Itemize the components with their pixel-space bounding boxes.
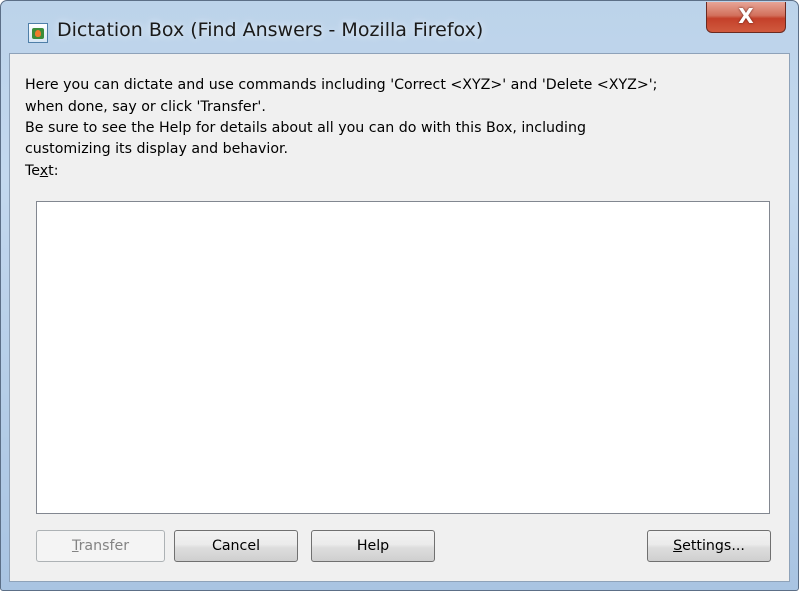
close-icon: X	[738, 4, 754, 28]
dictation-text-area[interactable]	[36, 201, 770, 514]
instruction-line-4: customizing its display and behavior.	[25, 141, 289, 157]
window-title: Dictation Box (Find Answers - Mozilla Fi…	[57, 19, 484, 41]
dragon-dictation-icon	[28, 23, 48, 43]
instruction-line-2: when done, say or click 'Transfer'.	[25, 99, 266, 115]
text-field-label: Text:	[25, 163, 59, 179]
transfer-button[interactable]: Transfer	[36, 530, 165, 562]
settings-button[interactable]: Settings...	[647, 530, 771, 562]
help-button[interactable]: Help	[311, 530, 435, 562]
instruction-line-3: Be sure to see the Help for details abou…	[25, 120, 586, 136]
instruction-line-1: Here you can dictate and use commands in…	[25, 77, 658, 93]
close-button[interactable]: X	[706, 2, 786, 33]
title-bar[interactable]: Dictation Box (Find Answers - Mozilla Fi…	[1, 1, 798, 53]
cancel-button[interactable]: Cancel	[174, 530, 298, 562]
